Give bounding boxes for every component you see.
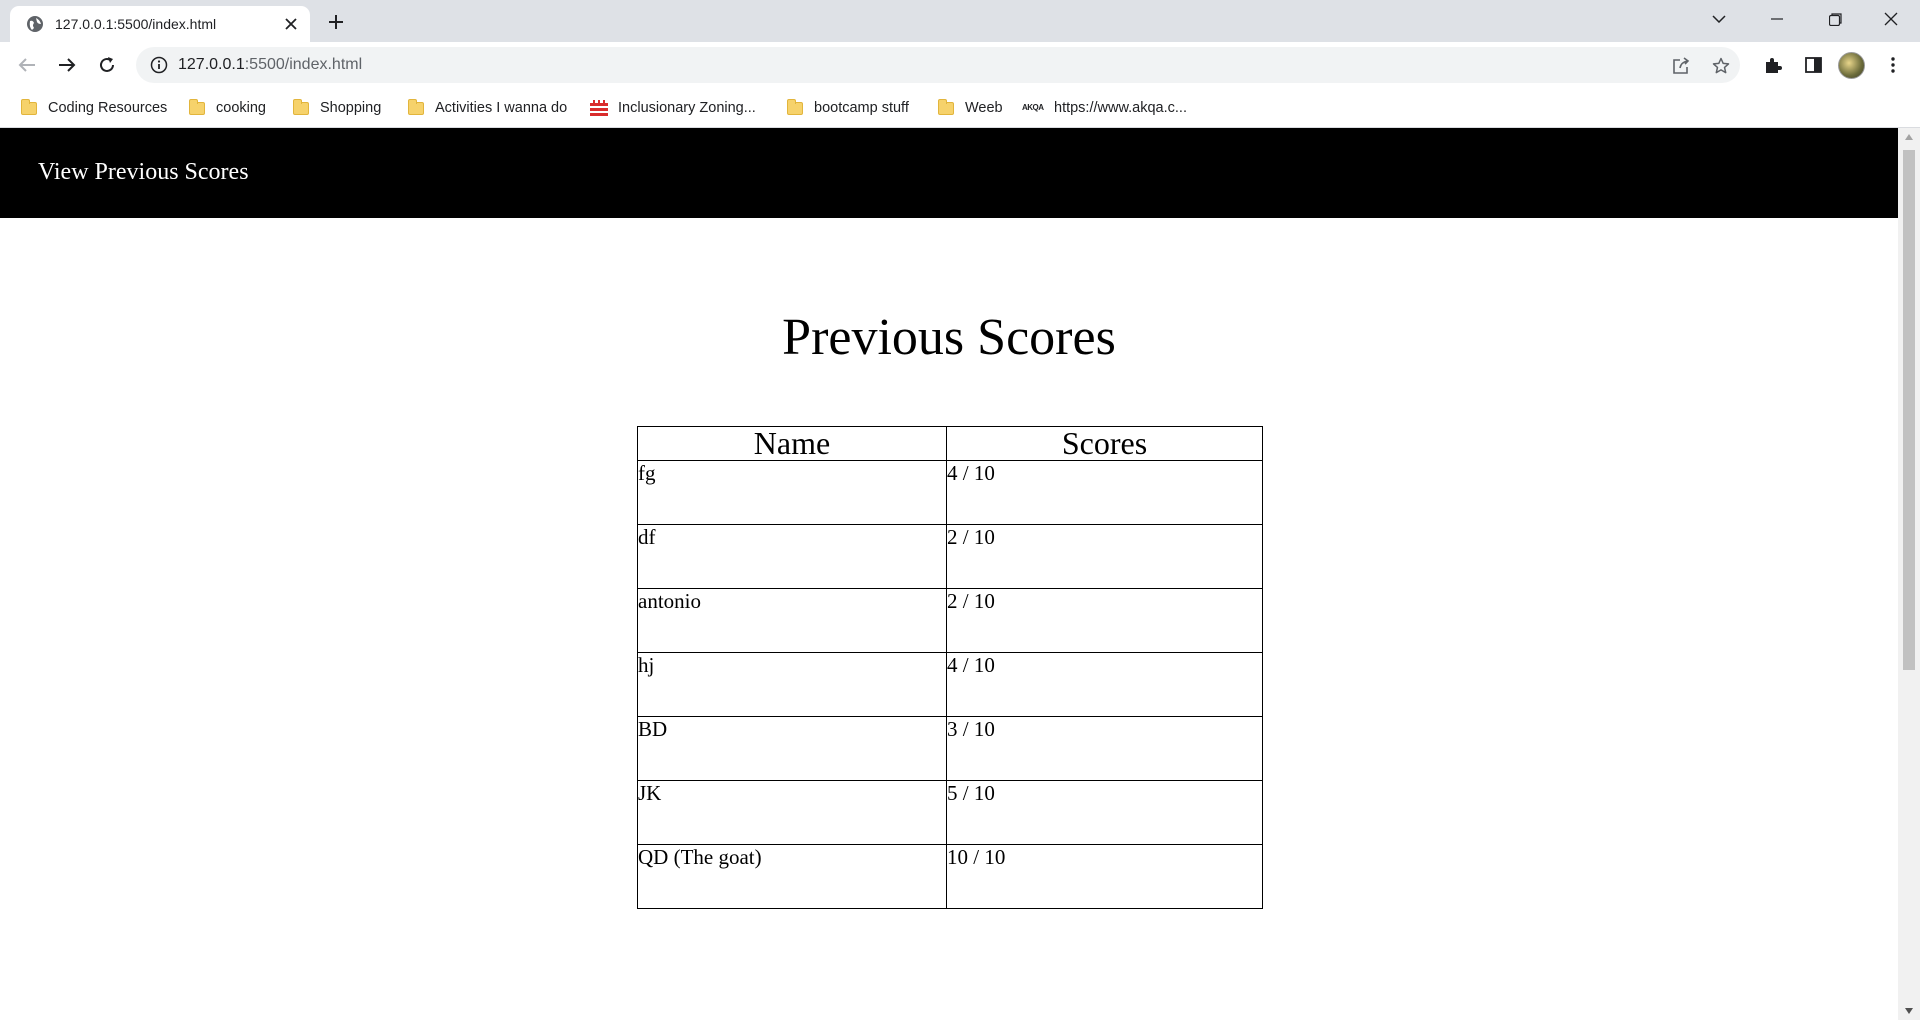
minimize-button[interactable] [1748, 0, 1806, 38]
player-name-cell: BD [637, 716, 947, 781]
forward-button[interactable] [52, 50, 82, 80]
browser-toolbar: 127.0.0.1:5500/index.html [0, 42, 1920, 88]
score-cell: 10 / 10 [946, 844, 1263, 909]
column-header-name: Name [637, 426, 947, 461]
url-path: :5500/index.html [244, 56, 363, 73]
folder-icon [938, 98, 954, 115]
puzzle-icon [1766, 58, 1782, 73]
bookmark-label: bootcamp stuff [814, 100, 909, 116]
side-panel-icon [1804, 57, 1822, 73]
window-close-button[interactable] [1862, 0, 1920, 38]
back-button[interactable] [12, 50, 42, 80]
folder-icon [189, 98, 205, 115]
scrollbar-thumb[interactable] [1903, 150, 1915, 670]
table-row: JK 5 / 10 [637, 780, 1263, 845]
akqa-favicon-icon: AKQA [1022, 103, 1044, 112]
table-row: hj 4 / 10 [637, 652, 1263, 717]
bookmark-label: Weeb [965, 100, 1003, 116]
chevron-down-icon [1712, 15, 1726, 23]
profile-avatar[interactable] [1838, 52, 1865, 79]
player-name-cell: hj [637, 652, 947, 717]
share-icon [1673, 57, 1690, 74]
bookmark-label: https://www.akqa.c... [1054, 100, 1187, 116]
score-cell: 3 / 10 [946, 716, 1263, 781]
new-tab-button[interactable] [322, 8, 350, 36]
column-header-scores: Scores [946, 426, 1263, 461]
reload-button[interactable] [92, 50, 122, 80]
page-viewport: View Previous Scores Previous Scores Nam… [0, 128, 1898, 1020]
score-cell: 2 / 10 [946, 588, 1263, 653]
restore-icon [1828, 12, 1842, 26]
plus-icon [329, 15, 343, 29]
bookmark-activities[interactable]: Activities I wanna do [406, 96, 567, 120]
share-button[interactable] [1668, 53, 1694, 79]
bookmark-label: Shopping [320, 100, 382, 116]
bookmark-star-button[interactable] [1708, 53, 1734, 79]
bookmark-shopping[interactable]: Shopping [291, 96, 381, 120]
player-name-cell: df [637, 524, 947, 589]
extensions-button[interactable] [1758, 50, 1788, 80]
arrow-left-icon [18, 58, 35, 72]
globe-icon [27, 16, 43, 32]
folder-icon [787, 98, 803, 115]
tab-strip: 127.0.0.1:5500/index.html [0, 0, 1920, 42]
kebab-menu-icon [1891, 57, 1895, 73]
folder-icon [408, 98, 424, 115]
score-cell: 5 / 10 [946, 780, 1263, 845]
url-text[interactable]: 127.0.0.1:5500/index.html [178, 56, 362, 74]
bookmark-cooking[interactable]: cooking [187, 96, 266, 120]
page-navbar: View Previous Scores [0, 128, 1898, 218]
player-name-cell: antonio [637, 588, 947, 653]
restore-button[interactable] [1806, 0, 1864, 38]
tab-search-button[interactable] [1690, 0, 1748, 38]
scroll-up-icon[interactable] [1904, 132, 1914, 142]
close-icon [1884, 12, 1898, 26]
folder-icon [21, 98, 37, 115]
info-icon[interactable] [150, 56, 168, 74]
tab-title: 127.0.0.1:5500/index.html [55, 16, 217, 32]
reload-icon [100, 57, 114, 72]
menu-button[interactable] [1878, 50, 1908, 80]
scroll-down-icon[interactable] [1904, 1006, 1914, 1016]
view-previous-scores-link[interactable]: View Previous Scores [38, 158, 249, 186]
star-icon [1712, 57, 1730, 74]
page-title: Previous Scores [782, 309, 1116, 366]
minimize-icon [1771, 18, 1783, 20]
side-panel-button[interactable] [1798, 50, 1828, 80]
bookmark-label: cooking [216, 100, 266, 116]
bookmark-akqa[interactable]: AKQA https://www.akqa.c... [1022, 96, 1187, 120]
bookmark-label: Inclusionary Zoning... [618, 100, 756, 116]
vertical-scrollbar[interactable] [1898, 128, 1920, 1020]
address-bar[interactable]: 127.0.0.1:5500/index.html [136, 47, 1740, 83]
bookmarks-bar: Coding Resources cooking Shopping Activi… [0, 88, 1920, 128]
folder-icon [293, 98, 309, 115]
bookmark-coding-resources[interactable]: Coding Resources [19, 96, 167, 120]
table-header-row: Name Scores [637, 426, 1263, 461]
bookmark-weeb[interactable]: Weeb [936, 96, 1003, 120]
scores-table: Name Scores fg 4 / 10 df 2 / 10 antonio … [637, 426, 1263, 909]
player-name-cell: QD (The goat) [637, 844, 947, 909]
score-cell: 4 / 10 [946, 460, 1263, 525]
arrow-right-icon [59, 58, 76, 72]
score-cell: 2 / 10 [946, 524, 1263, 589]
player-name-cell: JK [637, 780, 947, 845]
score-cell: 4 / 10 [946, 652, 1263, 717]
site-favicon-icon [590, 100, 608, 116]
table-row: QD (The goat) 10 / 10 [637, 844, 1263, 909]
table-row: antonio 2 / 10 [637, 588, 1263, 653]
table-row: fg 4 / 10 [637, 460, 1263, 525]
player-name-cell: fg [637, 460, 947, 525]
close-icon[interactable] [282, 15, 300, 33]
bookmark-bootcamp-stuff[interactable]: bootcamp stuff [785, 96, 909, 120]
browser-tab[interactable]: 127.0.0.1:5500/index.html [10, 6, 310, 42]
url-host: 127.0.0.1 [178, 56, 245, 73]
bookmark-inclusionary-zoning[interactable]: Inclusionary Zoning... [590, 96, 756, 120]
table-row: BD 3 / 10 [637, 716, 1263, 781]
bookmark-label: Activities I wanna do [435, 100, 568, 116]
table-row: df 2 / 10 [637, 524, 1263, 589]
bookmark-label: Coding Resources [48, 100, 168, 116]
